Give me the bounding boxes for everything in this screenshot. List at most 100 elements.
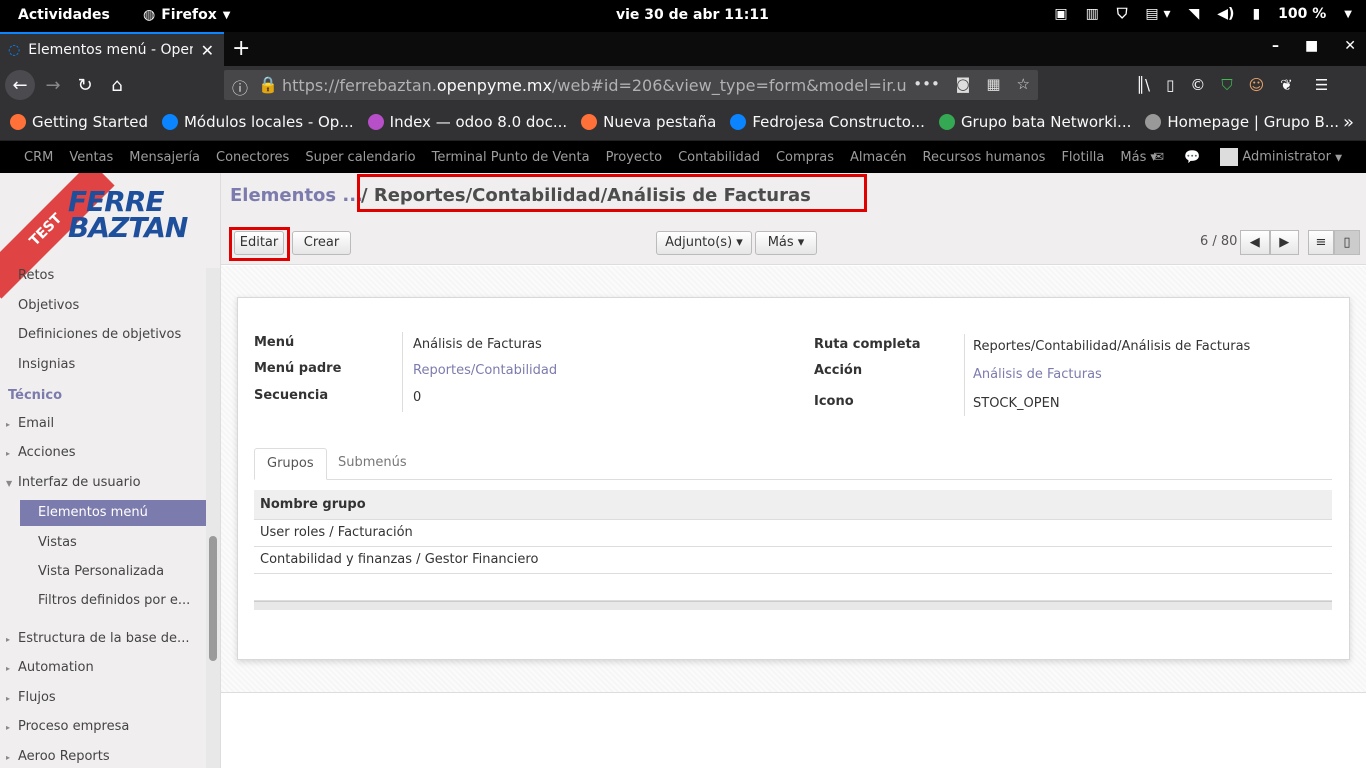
extension-c-icon[interactable]: © [1190, 76, 1205, 94]
column-header[interactable]: Nombre grupo [254, 490, 1332, 520]
sidebar-item-label: Flujos [18, 690, 56, 705]
top-menu-item[interactable]: Flotilla [1061, 150, 1104, 165]
home-icon[interactable]: ⌂ [102, 70, 132, 100]
tab-grupos[interactable]: Grupos [254, 448, 327, 480]
back-icon[interactable]: ← [5, 70, 35, 100]
sidebar-item-email[interactable]: ▸ Email [6, 416, 54, 431]
top-menu-item[interactable]: Proyecto [606, 150, 663, 165]
sidebar-item[interactable]: Definiciones de objetivos [18, 327, 181, 342]
parent-link[interactable]: Reportes/Contabilidad [413, 363, 557, 378]
sidebar-item-interfaz[interactable]: ▼ Interfaz de usuario [6, 475, 141, 490]
sidebar-item-label: Interfaz de usuario [18, 475, 141, 490]
odoo-user-area: ✉ 💬 Administrator ▼ [1153, 148, 1342, 166]
bookmark-item[interactable]: Nueva pestaña [581, 113, 716, 131]
bookmark-item[interactable]: Grupo bata Networki... [938, 113, 1131, 131]
tab-title: Elementos menú - Open [28, 42, 193, 58]
bookmark-item[interactable]: Index — odoo 8.0 doc... [367, 113, 567, 131]
bookmark-item[interactable]: Getting Started [10, 113, 148, 131]
more-actions-icon[interactable]: ••• [913, 75, 940, 93]
tab-strip: ◌ Elementos menú - Open ✕ + – ■ ✕ [0, 32, 1366, 66]
lock-icon[interactable]: 🔒 [258, 75, 278, 94]
top-menu-item[interactable]: Compras [776, 150, 834, 165]
sidebar-item-label: Objetivos [18, 298, 80, 313]
hamburger-menu-icon[interactable]: ☰ [1315, 76, 1328, 94]
pocket-icon[interactable]: ◙ [956, 75, 971, 93]
sidebar-scrollbar[interactable] [206, 268, 220, 768]
main-content: Elementos ... / Reportes/Contabilidad/An… [221, 173, 1366, 768]
browser-tab[interactable]: ◌ Elementos menú - Open ✕ [0, 32, 224, 66]
sidebar-item-estructura[interactable]: ▸ Estructura de la base de... [6, 631, 189, 646]
top-menu-item[interactable]: Contabilidad [678, 150, 760, 165]
company-logo[interactable]: TEST FERRE BAZTAN [0, 173, 220, 299]
sidebar-item-selected[interactable]: Elementos menú [20, 500, 206, 526]
breadcrumb-parent[interactable]: Elementos ... [230, 185, 363, 206]
minimize-icon[interactable]: – [1272, 38, 1279, 54]
table-row[interactable]: Contabilidad y finanzas / Gestor Financi… [254, 547, 1332, 574]
bookmark-label: Módulos locales - Op... [183, 113, 354, 131]
sidebar-item-filtros[interactable]: Filtros definidos por e... [38, 593, 190, 608]
groups-table: Nombre grupo User roles / Facturación Co… [254, 490, 1332, 610]
info-icon[interactable]: ⓘ [232, 75, 248, 99]
list-view-icon[interactable]: ≡ [1308, 230, 1334, 255]
previous-record-icon[interactable]: ◀ [1240, 230, 1270, 255]
sidebar-item-acciones[interactable]: ▸ Acciones [6, 445, 76, 460]
form-view-icon[interactable]: ▯ [1334, 230, 1360, 255]
bookmark-item[interactable]: Homepage | Grupo B... [1145, 113, 1339, 131]
extension-leaf-icon[interactable]: ❦ [1280, 76, 1293, 94]
translate-icon[interactable]: ▦ [986, 75, 1000, 93]
action-label: Acción [814, 363, 863, 378]
sidebar-item-automation[interactable]: ▸ Automation [6, 660, 94, 675]
forward-icon[interactable]: → [38, 70, 68, 100]
user-menu[interactable]: Administrator ▼ [1220, 148, 1342, 166]
chat-icon[interactable]: 💬 [1184, 150, 1200, 165]
sidebar-item-flujos[interactable]: ▸ Flujos [6, 690, 56, 705]
scrollbar-thumb[interactable] [209, 536, 217, 661]
top-menu-item[interactable]: Más [1120, 150, 1146, 165]
caret-right-icon: ▸ [6, 420, 11, 429]
top-menu-item[interactable]: Super calendario [305, 150, 415, 165]
sidebar-item-vista-personalizada[interactable]: Vista Personalizada [38, 564, 164, 579]
action-link[interactable]: Análisis de Facturas [973, 367, 1102, 382]
tab-submenus[interactable]: Submenús [326, 448, 419, 480]
pager-value[interactable]: 6 / 80 [1200, 234, 1237, 249]
url-bar[interactable]: ⓘ 🔒 https://ferrebaztan. openpyme.mx/web#… [224, 70, 1038, 100]
sidebar-item[interactable]: Retos [18, 268, 54, 283]
top-menu-item[interactable]: CRM [24, 150, 53, 165]
library-icon[interactable]: ║\ [1136, 76, 1150, 94]
maximize-icon[interactable]: ■ [1305, 38, 1318, 54]
bookmark-item[interactable]: Módulos locales - Op... [161, 113, 354, 131]
clock[interactable]: vie 30 de abr 11:11 [616, 7, 769, 23]
extension-shield-icon[interactable]: ⛉ [1221, 76, 1232, 94]
new-tab-icon[interactable]: + [232, 36, 250, 61]
top-menu-item[interactable]: Terminal Punto de Venta [432, 150, 590, 165]
bookmark-star-icon[interactable]: ☆ [1017, 75, 1030, 93]
extension-avatar-icon[interactable]: ☺ [1249, 76, 1265, 94]
top-menu-item[interactable]: Almacén [850, 150, 907, 165]
activities-button[interactable]: Actividades [18, 7, 110, 23]
top-menu-item[interactable]: Ventas [69, 150, 113, 165]
sidebar-icon[interactable]: ▯ [1166, 76, 1174, 94]
sidebar-item-proceso[interactable]: ▸ Proceso empresa [6, 719, 129, 734]
sidebar-item[interactable]: Insignias [18, 357, 75, 372]
url-prefix: https://ferrebaztan. [282, 75, 437, 95]
attachments-dropdown[interactable]: Adjunto(s) ▾ [656, 231, 752, 255]
system-tray[interactable]: ▣ ▥ ⛉ ▤ ▾ ◥ ◀) ▮ 100 % ▼ [1054, 6, 1352, 22]
reload-icon[interactable]: ↻ [70, 70, 100, 100]
sidebar-item[interactable]: Objetivos [18, 298, 79, 313]
close-icon[interactable]: ✕ [201, 41, 224, 60]
top-menu-item[interactable]: Mensajería [129, 150, 200, 165]
create-button[interactable]: Crear [292, 231, 351, 255]
sidebar-item-aeroo[interactable]: ▸ Aeroo Reports [6, 749, 110, 764]
top-menu-item[interactable]: Conectores [216, 150, 289, 165]
mail-icon[interactable]: ✉ [1153, 150, 1164, 165]
close-window-icon[interactable]: ✕ [1344, 38, 1356, 54]
more-dropdown[interactable]: Más ▾ [755, 231, 817, 255]
top-menu-item[interactable]: Recursos humanos [923, 150, 1046, 165]
bookmark-item[interactable]: Fedrojesa Constructo... [730, 113, 925, 131]
next-record-icon[interactable]: ▶ [1269, 230, 1299, 255]
app-menu[interactable]: ◍ Firefox ▼ [143, 7, 230, 23]
edit-button[interactable]: Editar [234, 231, 284, 255]
sidebar-item-vistas[interactable]: Vistas [38, 535, 77, 550]
table-row[interactable]: User roles / Facturación [254, 520, 1332, 547]
bookmarks-overflow-icon[interactable]: » [1343, 112, 1354, 133]
